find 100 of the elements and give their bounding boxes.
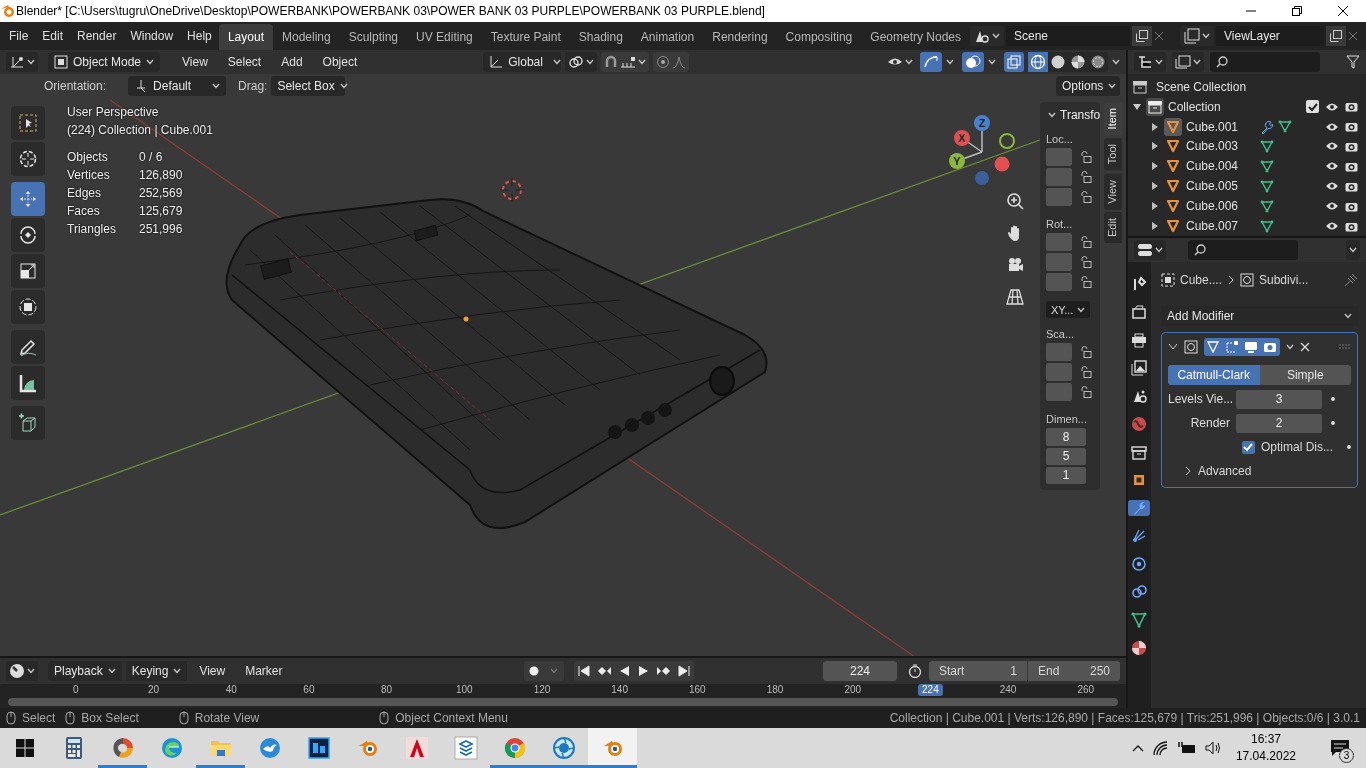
workspace-tab[interactable]: Rendering (703, 24, 777, 50)
checkbox-label: Optimal Dis... (1261, 440, 1333, 454)
stat-value: 252,569 (139, 185, 184, 202)
outliner-item[interactable]: Scene Collection (1156, 79, 1247, 94)
playback-dropdown[interactable]: Playback (48, 661, 122, 681)
playhead[interactable]: 224 (918, 684, 943, 696)
outliner-item[interactable]: Collection (1168, 99, 1221, 114)
frame-tick: 180 (765, 684, 785, 696)
outliner-item[interactable]: Cube.004 (1186, 159, 1239, 174)
axis-label: X (958, 132, 966, 144)
stat-value: 125,679 (139, 203, 184, 220)
menu-item[interactable]: Select (219, 55, 270, 69)
workspace-tab[interactable]: UV Editing (407, 24, 482, 50)
menu-item[interactable]: Marker (237, 664, 291, 678)
orientation-label: Orientation: (44, 79, 107, 93)
method-button[interactable]: Catmull-Clark (1168, 365, 1260, 385)
dimension-field[interactable]: 1 (1046, 466, 1086, 484)
menu-item[interactable]: Render (70, 26, 124, 46)
status-hint: Select (22, 711, 56, 725)
menu-item[interactable]: View (174, 55, 216, 69)
sidebar-tab[interactable]: View (1104, 173, 1122, 210)
outliner-item[interactable]: Cube.006 (1186, 199, 1239, 214)
frame-tick: 0 (72, 684, 80, 696)
scene-name-field[interactable]: Scene (1006, 26, 1130, 46)
current-frame-field[interactable]: 224 (823, 661, 897, 681)
keying-dropdown[interactable]: Keying (125, 661, 188, 681)
field-label: Render (1189, 416, 1231, 430)
frame-tick: 60 (302, 684, 316, 696)
panel-title[interactable]: Transfo (1060, 107, 1101, 122)
view-name: User Perspective (67, 104, 160, 121)
orientation-dropdown[interactable]: Global (483, 52, 562, 72)
workspace-tab[interactable]: Animation (631, 24, 704, 50)
method-button[interactable]: Simple (1259, 365, 1351, 385)
mode-dropdown[interactable]: Object Mode (48, 52, 161, 72)
frame-tick: 80 (380, 684, 394, 696)
menu-item[interactable]: File (2, 26, 36, 46)
stat-value: 251,996 (139, 221, 184, 238)
frame-tick: 140 (610, 684, 629, 696)
outliner-item[interactable]: Cube.007 (1186, 219, 1239, 234)
breadcrumb-item[interactable]: Subdivi... (1259, 273, 1309, 287)
status-hint: Object Context Menu (395, 711, 508, 725)
subpanel-header[interactable]: Advanced (1198, 464, 1252, 478)
drag-dropdown[interactable]: Select Box (271, 76, 346, 96)
stat-label: Triangles (67, 221, 117, 238)
stat-value: 126,890 (139, 167, 184, 184)
clock[interactable]: 16:37 17.04.2022 (1235, 731, 1296, 765)
start-frame-field[interactable]: Start 1 (929, 664, 1027, 678)
frame-tick: 40 (224, 684, 238, 696)
field-label: Levels Vie... (1168, 392, 1235, 406)
dimension-field[interactable]: 8 (1046, 428, 1086, 446)
stat-label: Vertices (67, 167, 111, 184)
frame-tick: 160 (688, 684, 707, 696)
field-label: Loc... (1046, 133, 1074, 146)
notification-count: 3 (1339, 748, 1354, 763)
sidebar-tab[interactable]: Edit (1104, 212, 1122, 244)
status-stats: Collection | Cube.001 | Verts:126,890 | Faces:125,679 | Tris:251,996 | Objects:0/6 | 3.0.1 (889, 711, 1360, 725)
number-field[interactable]: 2 (1236, 413, 1322, 433)
workspace-tab[interactable]: Compositing (776, 24, 862, 50)
status-hint: Box Select (81, 711, 139, 725)
workspace-tab[interactable]: Shading (569, 24, 632, 50)
drag-label: Drag: (238, 79, 268, 93)
window-title: Blender* [C:\Users\tugru\OneDrive\Desktop\POWERBANK\POWERBANK 03\POWER BANK 03 PURPLE\POWERBANK 03 PURPLE.blend] (16, 4, 765, 18)
outliner-item[interactable]: Cube.001 (1186, 119, 1239, 134)
add-modifier-dropdown[interactable]: Add Modifier (1161, 306, 1358, 326)
workspace-tab[interactable]: Layout (218, 24, 273, 50)
menu-item[interactable]: Add (273, 55, 311, 69)
navigation-gizmo[interactable]: X Y Z (949, 115, 1015, 185)
menu-item[interactable]: Help (180, 26, 219, 46)
menu-item[interactable]: Window (123, 26, 181, 46)
field-label: Rot... (1046, 218, 1074, 231)
menu-item[interactable]: Edit (35, 26, 71, 46)
workspace-tab[interactable]: Modeling (272, 24, 340, 50)
options-dropdown[interactable]: Options (1056, 76, 1120, 96)
rotation-mode-dropdown[interactable]: XY... (1046, 301, 1090, 319)
outliner-item[interactable]: Cube.003 (1186, 139, 1239, 154)
stat-label: Edges (67, 185, 103, 202)
number-field[interactable]: 3 (1236, 389, 1322, 409)
orientation-dropdown[interactable]: Default (128, 76, 227, 96)
dimension-field[interactable]: 5 (1046, 447, 1086, 465)
outliner-item[interactable]: Cube.005 (1186, 179, 1239, 194)
field-label: Sca... (1046, 328, 1076, 341)
workspace-tab[interactable]: Texture Paint (481, 24, 570, 50)
stat-label: Objects (67, 149, 109, 166)
frame-tick: 260 (1076, 684, 1096, 696)
notification-button[interactable]: 3 (1322, 728, 1358, 768)
frame-tick: 100 (454, 684, 474, 696)
end-frame-field[interactable]: End 250 (1028, 664, 1120, 678)
frame-tick: 120 (532, 684, 552, 696)
workspace-tab[interactable]: Sculpting (339, 24, 408, 50)
frame-tick: 20 (146, 684, 161, 696)
frame-tick: 240 (998, 684, 1018, 696)
sidebar-tab[interactable]: Tool (1104, 138, 1122, 171)
sidebar-tab[interactable]: Item (1104, 102, 1122, 136)
field-label: Dimen... (1046, 413, 1088, 426)
view-layer-field[interactable]: ViewLayer (1216, 26, 1324, 46)
menu-item[interactable]: View (191, 664, 234, 678)
menu-item[interactable]: Object (314, 55, 366, 69)
context-label: (224) Collection | Cube.001 (67, 122, 213, 139)
breadcrumb-item[interactable]: Cube.... (1180, 273, 1222, 287)
workspace-tab[interactable]: Geometry Nodes (861, 24, 970, 50)
